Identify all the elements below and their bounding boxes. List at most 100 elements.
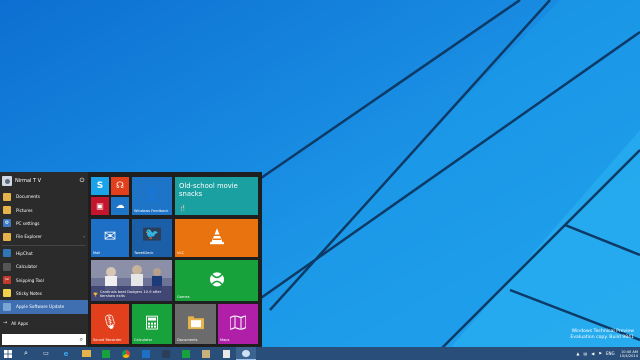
tile-windows-feedback[interactable]: 👤 Windows Feedback — [132, 177, 172, 215]
scissors-icon: ✂ — [3, 276, 11, 285]
tile-sound-recorder[interactable]: 🎙 Sound Recorder — [91, 304, 129, 344]
app-item-apple-software-update[interactable]: Apple Software Update — [0, 300, 88, 314]
app-label: Pictures — [16, 207, 33, 213]
avatar — [2, 176, 12, 186]
calculator-glyph — [146, 315, 158, 330]
task-view-button[interactable]: ▭ — [36, 347, 56, 360]
tile-tweetdeck[interactable]: 🐦 TweetDeck — [132, 219, 172, 257]
build-watermark: Windows Technical Preview Evaluation cop… — [570, 329, 634, 341]
sports-icon: 🏆 — [93, 292, 98, 297]
excel-icon — [182, 349, 190, 358]
taskbar-chat[interactable] — [236, 347, 256, 360]
app-item-calculator[interactable]: Calculator — [0, 260, 88, 273]
taskbar-chrome[interactable] — [116, 347, 136, 360]
clock-date: 10/4/2014 — [619, 353, 638, 358]
apple-update-icon — [3, 302, 11, 311]
divider — [2, 244, 86, 246]
tile-label: TweetDeck — [134, 251, 154, 255]
user-name: Nirmal T V — [15, 178, 42, 184]
hipchat-icon — [3, 249, 11, 258]
outlook-icon — [142, 349, 150, 358]
vlc-icon — [175, 227, 258, 245]
start-search-input[interactable]: ⌕ — [2, 334, 86, 345]
chat-icon — [242, 349, 250, 357]
headphones-icon: ☊ — [116, 181, 124, 191]
tile-calculator[interactable]: Calculator — [132, 304, 172, 344]
tile-label: Documents — [177, 338, 198, 342]
taskbar-file-explorer[interactable] — [76, 347, 96, 360]
tile-video[interactable]: ▣ — [91, 197, 109, 215]
xbox-logo — [209, 271, 224, 286]
tile-mail[interactable]: ✉ Mail — [91, 219, 129, 257]
tile-label: Windows Feedback — [134, 209, 169, 213]
watermark-line-2: Evaluation copy. Build 9841 — [570, 335, 634, 340]
all-apps-label: All Apps — [11, 320, 29, 326]
internet-explorer-icon: e — [63, 349, 69, 358]
calculator-icon — [3, 262, 11, 271]
all-apps-button[interactable]: → All Apps — [3, 320, 28, 326]
app-label: Snipping Tool — [16, 277, 44, 283]
chevron-right-icon[interactable]: › — [83, 234, 85, 239]
start-menu: Nirmal T V ⏻ Documents Pictures ⚙ PC set… — [0, 172, 262, 348]
microphone-icon: 🎙 — [101, 314, 119, 331]
power-icon[interactable]: ⏻ — [78, 177, 86, 185]
map-glyph — [230, 315, 246, 330]
windows-start-icon — [4, 349, 12, 358]
xbox-icon — [175, 271, 258, 287]
taskbar-ie[interactable]: e — [56, 347, 76, 360]
app-item-pc-settings[interactable]: ⚙ PC settings — [0, 217, 88, 230]
arrow-right-icon: → — [3, 320, 8, 326]
taskbar-tweetdeck[interactable] — [156, 347, 176, 360]
tile-onedrive[interactable]: ☁ — [111, 197, 129, 215]
taskbar-outlook[interactable] — [136, 347, 156, 360]
taskbar-photos[interactable] — [196, 347, 216, 360]
app-item-documents[interactable]: Documents — [0, 190, 88, 203]
tile-headline: Cardinals beat Dodgers 10-9 after Kersha… — [100, 289, 162, 298]
tile-label: Maps — [220, 338, 230, 342]
file-explorer-icon — [81, 350, 91, 357]
app-label: Sticky Notes — [16, 290, 42, 296]
tile-music[interactable]: ☊ — [111, 177, 129, 195]
volume-icon[interactable]: ◀ — [591, 351, 594, 356]
taskbar: ⌕ ▭ e ▲ ▤ ◀ ⚑ ENG 10:40 AM 10/4/2014 — [0, 347, 640, 360]
app-item-file-explorer[interactable]: File Explorer › — [0, 230, 88, 243]
tile-skype[interactable]: S — [91, 177, 109, 195]
flag-icon[interactable]: ⚑ — [598, 351, 602, 356]
tile-vlc[interactable]: VLC — [175, 219, 258, 257]
taskbar-notepad[interactable] — [216, 347, 236, 360]
clock[interactable]: 10:40 AM 10/4/2014 — [620, 350, 638, 358]
gear-icon: ⚙ — [3, 219, 11, 228]
start-button[interactable] — [0, 347, 16, 360]
app-item-pictures[interactable]: Pictures — [0, 203, 88, 216]
tile-sports[interactable]: Cardinals beat Dodgers 10-9 after Kersha… — [91, 260, 172, 301]
photos-icon — [202, 349, 210, 358]
vlc-cone — [209, 228, 224, 245]
file-explorer-icon — [3, 232, 11, 241]
folder-icon — [3, 192, 11, 201]
user-account[interactable]: Nirmal T V ⏻ — [2, 175, 86, 187]
taskbar-search-button[interactable]: ⌕ — [16, 347, 36, 360]
tile-label: Sound Recorder — [93, 338, 122, 342]
language-indicator[interactable]: ENG — [606, 351, 615, 356]
app-label: Documents — [16, 194, 40, 200]
app-label: HipChat — [16, 250, 33, 256]
show-hidden-icons[interactable]: ▲ — [576, 351, 579, 356]
network-icon[interactable]: ▤ — [583, 351, 587, 356]
tweetdeck-icon — [162, 349, 170, 358]
folder-glyph — [187, 316, 204, 330]
tile-games[interactable]: Games — [175, 260, 258, 301]
app-item-snipping-tool[interactable]: ✂ Snipping Tool — [0, 273, 88, 286]
task-view-icon: ▭ — [43, 350, 49, 357]
tile-label: Games — [177, 295, 190, 299]
tile-documents[interactable]: Documents — [175, 304, 216, 344]
taskbar-excel[interactable] — [176, 347, 196, 360]
app-item-hipchat[interactable]: HipChat — [0, 247, 88, 260]
pictures-icon — [3, 206, 11, 215]
tile-maps[interactable]: Maps — [218, 304, 258, 344]
app-item-sticky-notes[interactable]: Sticky Notes — [0, 287, 88, 300]
twitter-icon: 🐦 — [143, 227, 161, 241]
taskbar-store[interactable] — [96, 347, 116, 360]
app-label: File Explorer — [16, 234, 42, 240]
app-list: Documents Pictures ⚙ PC settings File Ex… — [0, 190, 88, 314]
tile-food-drink[interactable]: Old-school movie snacks 🍴 — [175, 177, 258, 215]
